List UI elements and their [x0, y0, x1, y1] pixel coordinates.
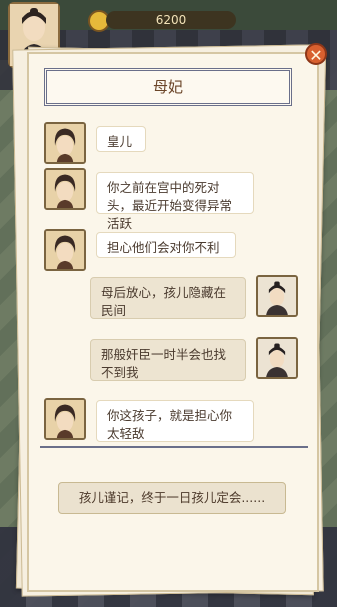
message-bubble: 你这孩子，就是担心你太轻敌 [96, 400, 254, 442]
message-bubble: 母后放心，孩儿隐藏在民间 [90, 277, 246, 319]
prince-avatar [256, 337, 298, 379]
message-bubble: 你之前在宫中的死对头，最近开始变得异常活跃 [96, 172, 254, 231]
consort-avatar [44, 168, 86, 210]
dialog-title: 母妃 [152, 78, 183, 96]
consort-avatar [44, 398, 86, 440]
close-icon: ✕ [309, 46, 323, 65]
close-button[interactable]: ✕ [305, 43, 327, 65]
dialog-title-box: 母妃 [44, 68, 292, 106]
consort-avatar [44, 229, 86, 271]
message-bubble: 担心他们会对你不利 [96, 232, 236, 258]
reply-option-button[interactable]: 孩儿谨记，终于一日孩儿定会...... [58, 482, 286, 514]
divider [40, 446, 308, 448]
consort-avatar [44, 122, 86, 164]
money-counter: 6200 [106, 11, 236, 29]
message-bubble: 皇儿 [96, 126, 146, 152]
message-bubble: 那般奸臣一时半会也找不到我 [90, 339, 246, 381]
prince-avatar [256, 275, 298, 317]
